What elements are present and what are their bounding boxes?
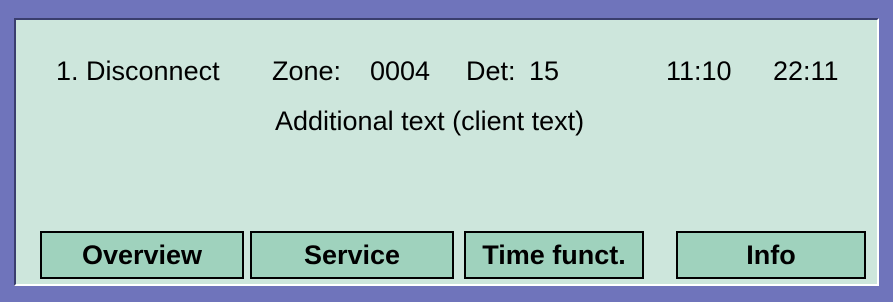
event-text: 1. Disconnect [56, 56, 220, 86]
zone-value: 0004 [370, 56, 431, 86]
time-2: 22:11 [773, 56, 839, 86]
zone-label: Zone: [272, 56, 342, 86]
time-1: 11:10 [666, 56, 732, 86]
detector-value: 15 [529, 56, 560, 86]
service-button[interactable]: Service [250, 231, 454, 279]
overview-button[interactable]: Overview [40, 231, 244, 279]
detector-label: Det: [466, 56, 516, 86]
additional-text: Additional text (client text) [275, 106, 585, 136]
info-button[interactable]: Info [676, 231, 866, 279]
display-panel: 1. Disconnect Zone: 0004 Det: 15 11:10 2… [14, 18, 879, 286]
time-funct-button[interactable]: Time funct. [464, 231, 644, 279]
